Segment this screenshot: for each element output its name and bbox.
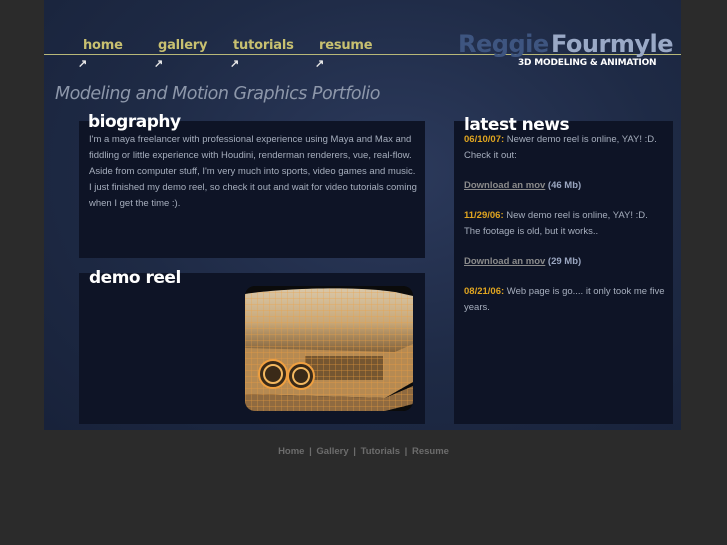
demo-reel-heading: demo reel [89, 268, 181, 288]
biography-panel: biography I'm a maya freelancer with pro… [79, 112, 425, 258]
demo-reel-panel: demo reel [79, 268, 425, 424]
news-date: 08/21/06: [464, 286, 505, 297]
arrow-icon[interactable]: ↗ [315, 57, 324, 70]
file-size: (29 Mb) [545, 256, 582, 267]
news-item: 11/29/06: New demo reel is online, YAY! … [464, 208, 666, 240]
footer-nav: Home | Gallery | Tutorials | Resume [0, 446, 727, 457]
footer-gallery-link[interactable]: Gallery [316, 446, 348, 457]
demo-reel-thumbnail[interactable] [245, 286, 413, 411]
biography-heading: biography [88, 112, 181, 132]
download-mov-link[interactable]: Download an mov [464, 256, 545, 267]
news-date: 06/10/07: [464, 134, 505, 145]
news-download: Download an mov (29 Mb) [464, 254, 666, 270]
news-item: 06/10/07: Newer demo reel is online, YAY… [464, 132, 666, 164]
site-frame: home gallery tutorials resume ↗ ↗ ↗ ↗ Re… [44, 0, 681, 430]
brand-first-name: Reggie [458, 30, 549, 58]
news-date: 11/29/06: [464, 210, 504, 221]
arrow-icon[interactable]: ↗ [230, 57, 239, 70]
footer-separator: | [309, 446, 312, 457]
news-list: 06/10/07: Newer demo reel is online, YAY… [464, 132, 666, 330]
footer-separator: | [404, 446, 408, 457]
brand-last-name: Fourmyle [551, 30, 674, 58]
news-panel: latest news 06/10/07: Newer demo reel is… [454, 115, 673, 424]
footer-separator: | [353, 446, 356, 457]
arrow-icon[interactable]: ↗ [154, 57, 163, 70]
footer-home-link[interactable]: Home [278, 446, 304, 457]
portfolio-title: Modeling and Motion Graphics Portfolio [55, 84, 381, 104]
arrow-icon[interactable]: ↗ [78, 57, 87, 70]
news-download: Download an mov (46 Mb) [464, 178, 666, 194]
car-wireframe-image [245, 286, 413, 411]
download-mov-link[interactable]: Download an mov [464, 180, 545, 191]
footer-resume-link[interactable]: Resume [412, 446, 449, 457]
biography-text: I'm a maya freelancer with professional … [89, 134, 417, 209]
file-size: (46 Mb) [545, 180, 582, 191]
nav-tutorials[interactable]: tutorials [233, 38, 294, 53]
nav-resume[interactable]: resume [319, 38, 373, 53]
nav-home[interactable]: home [83, 38, 123, 53]
footer-tutorials-link[interactable]: Tutorials [361, 446, 400, 457]
brand-tagline: 3D MODELING & ANIMATION [518, 58, 657, 68]
nav-gallery[interactable]: gallery [158, 38, 207, 53]
news-item: 08/21/06: Web page is go.... it only too… [464, 284, 666, 316]
